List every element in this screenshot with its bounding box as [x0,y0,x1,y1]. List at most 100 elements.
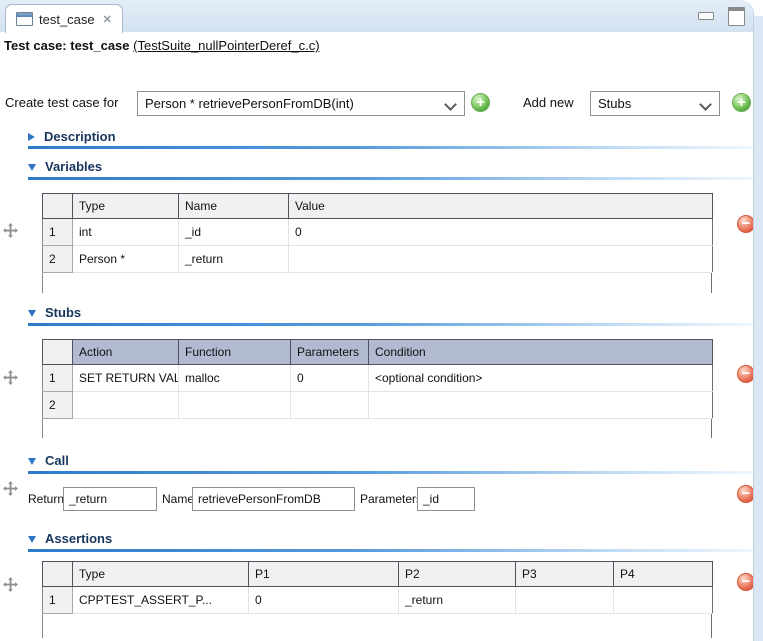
table-row: 1 int _id 0 [43,219,713,246]
close-icon[interactable]: ✕ [103,13,112,26]
minimize-icon[interactable] [698,12,714,20]
column-header[interactable]: P1 [249,562,399,587]
remove-call-button[interactable]: − [737,485,754,503]
row-number[interactable]: 2 [43,246,73,273]
section-description-title: Description [44,129,116,144]
row-number[interactable]: 1 [43,365,73,392]
table-empty-area [42,419,712,438]
column-header[interactable]: P3 [516,562,614,587]
parameters-label: Parameters [360,491,422,507]
cell-condition[interactable] [369,392,713,419]
create-test-case-add-button[interactable]: + [471,93,490,112]
section-rule [28,177,753,180]
cell-p2[interactable]: _return [399,587,516,614]
expanded-triangle-icon [28,164,36,171]
corner-cell [43,562,73,587]
tab-label: test_case [39,12,95,27]
column-header[interactable]: Value [289,194,713,219]
variables-table: Type Name Value 1 int _id 0 2 Person * _… [42,193,713,293]
cell-value[interactable]: 0 [289,219,713,246]
table-empty-area [42,614,712,638]
chevron-down-icon [699,98,712,111]
create-test-case-dropdown[interactable]: Person * retrievePersonFromDB(int) [137,91,465,116]
remove-stubs-button[interactable]: − [737,365,754,383]
row-number[interactable]: 2 [43,392,73,419]
corner-cell [43,340,73,365]
add-new-value: Stubs [598,96,631,111]
column-header[interactable]: Condition [369,340,713,365]
column-header[interactable]: Name [179,194,289,219]
cell-p3[interactable] [516,587,614,614]
chevron-down-icon [444,98,457,111]
editor-icon [16,12,33,26]
cell-type[interactable]: Person * [73,246,179,273]
cell-condition[interactable]: <optional condition> [369,365,713,392]
section-variables-title: Variables [45,159,102,174]
column-header[interactable]: Type [73,194,179,219]
expanded-triangle-icon [28,536,36,543]
table-row: 2 [43,392,713,419]
assertions-table: Type P1 P2 P3 P4 1 CPPTEST_ASSERT_P... 0… [42,561,713,638]
page-title: Test case: test_case (TestSuite_nullPoin… [4,38,320,53]
move-handle-icon[interactable] [3,481,18,496]
add-new-add-button[interactable]: + [732,93,751,112]
remove-assertions-button[interactable]: − [737,573,754,591]
cell-function[interactable]: malloc [179,365,291,392]
section-stubs-title: Stubs [45,305,81,320]
move-handle-icon[interactable] [3,577,18,592]
assertions-header-row: Type P1 P2 P3 P4 [43,562,713,587]
variables-header-row: Type Name Value [43,194,713,219]
parameters-input[interactable] [417,487,475,511]
cell-parameters[interactable] [291,392,369,419]
test-suite-link[interactable]: (TestSuite_nullPointerDeref_c.c) [133,38,319,53]
section-stubs[interactable]: Stubs [28,305,81,320]
cell-p1[interactable]: 0 [249,587,399,614]
cell-type[interactable]: CPPTEST_ASSERT_P... [73,587,249,614]
remove-variables-button[interactable]: − [737,215,754,233]
tab-bar: test_case ✕ [0,0,753,32]
move-handle-icon[interactable] [3,370,18,385]
table-row: 1 CPPTEST_ASSERT_P... 0 _return [43,587,713,614]
tab-test-case[interactable]: test_case ✕ [5,4,123,33]
cell-value[interactable] [289,246,713,273]
cell-name[interactable]: _return [179,246,289,273]
return-input[interactable] [63,487,157,511]
row-number[interactable]: 1 [43,587,73,614]
column-header[interactable]: P4 [614,562,713,587]
column-header[interactable]: Function [179,340,291,365]
section-call[interactable]: Call [28,453,69,468]
cell-action[interactable]: SET RETURN VALUE [73,365,179,392]
maximize-icon[interactable] [728,7,745,26]
expanded-triangle-icon [28,310,36,317]
editor-window: test_case ✕ Test case: test_case (TestSu… [0,0,763,641]
cell-name[interactable]: _id [179,219,289,246]
name-input[interactable] [192,487,355,511]
column-header[interactable]: Parameters [291,340,369,365]
move-handle-icon[interactable] [3,223,18,238]
name-label: Name [162,491,194,507]
add-new-label: Add new [523,95,574,111]
cell-parameters[interactable]: 0 [291,365,369,392]
cell-p4[interactable] [614,587,713,614]
add-new-dropdown[interactable]: Stubs [590,91,720,116]
column-header[interactable]: Action [73,340,179,365]
cell-type[interactable]: int [73,219,179,246]
row-number[interactable]: 1 [43,219,73,246]
section-description[interactable]: Description [28,129,116,144]
collapsed-triangle-icon [28,133,35,141]
stubs-header-row: Action Function Parameters Condition [43,340,713,365]
section-variables[interactable]: Variables [28,159,102,174]
column-header[interactable]: P2 [399,562,516,587]
expanded-triangle-icon [28,458,36,465]
return-label: Return [28,491,64,507]
section-rule [28,471,753,474]
section-rule [28,323,753,326]
stubs-table: Action Function Parameters Condition 1 S… [42,339,713,438]
section-rule [28,146,753,149]
column-header[interactable]: Type [73,562,249,587]
table-row: 2 Person * _return [43,246,713,273]
cell-function[interactable] [179,392,291,419]
section-call-title: Call [45,453,69,468]
cell-action[interactable] [73,392,179,419]
section-assertions[interactable]: Assertions [28,531,112,546]
